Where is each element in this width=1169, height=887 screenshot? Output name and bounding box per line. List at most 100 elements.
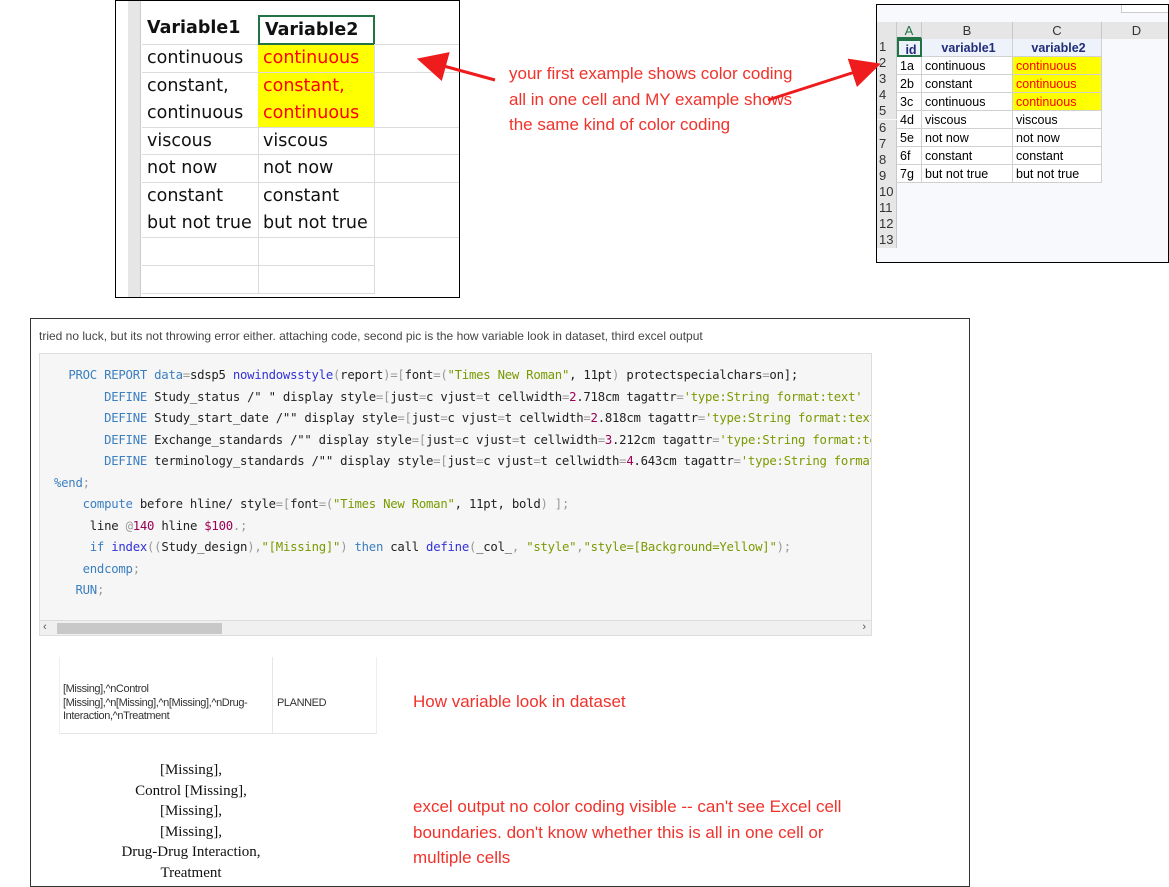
- scroll-left-icon[interactable]: ‹: [43, 621, 47, 633]
- code-token: Study_status /" " display style: [147, 389, 376, 404]
- code-token: 2: [590, 411, 598, 425]
- code-token: 'type:String format:text': [719, 432, 871, 447]
- arrow-to-example-2: [767, 58, 881, 102]
- code-token: ;: [96, 583, 105, 597]
- code-token: ) ];: [540, 497, 570, 511]
- code-token: .212cm tagattr: [612, 432, 713, 447]
- code-token: =[: [397, 411, 412, 425]
- code-token: t cellwidth: [504, 411, 584, 425]
- forum-post-panel: tried no luck, but its not throwing erro…: [30, 318, 970, 887]
- code-token: "[Missing]": [261, 540, 341, 554]
- dataset-view: [Missing],^nControl [Missing],^n[Missing…: [59, 657, 377, 734]
- code-token: protectspecialchars: [619, 368, 763, 382]
- excel-output-line: [Missing],: [159, 762, 223, 778]
- code-token: .818cm tagattr: [597, 411, 698, 425]
- code-token: .643cm tagattr: [633, 454, 734, 468]
- code-token: if: [89, 540, 105, 554]
- code-token: DEFINE: [104, 432, 147, 447]
- code-token: c vjust: [461, 432, 512, 447]
- code-token: =: [418, 389, 427, 404]
- code-token: hline: [154, 518, 205, 533]
- scrollbar-thumb[interactable]: [57, 623, 222, 634]
- code-token: =: [733, 454, 741, 468]
- code-token: call: [383, 540, 427, 554]
- code-token: 'type:String format:text': [705, 411, 872, 425]
- excel-output-line: Control [Missing],: [135, 782, 247, 799]
- code-token: 3: [604, 432, 613, 447]
- scroll-right-icon[interactable]: ›: [862, 621, 866, 633]
- code-token: =: [454, 432, 462, 447]
- code-token: just: [411, 411, 441, 425]
- horizontal-scrollbar[interactable]: ‹ ›: [40, 620, 871, 635]
- code-token: .718cm tagattr: [576, 389, 677, 404]
- code-token: t cellwidth: [540, 454, 620, 468]
- code-token: ;: [132, 561, 140, 576]
- code-token: "Times New Roman": [333, 497, 455, 511]
- code-token: %end: [54, 475, 83, 490]
- code-token: $100: [204, 518, 233, 533]
- code-line: DEFINE Exchange_standards /"" display st…: [54, 432, 871, 447]
- code-token: =: [597, 432, 605, 447]
- code-line: RUN;: [54, 583, 104, 597]
- code-token: c vjust: [426, 389, 477, 404]
- code-token: 'type:String format:text': [740, 454, 871, 468]
- code-token: index: [111, 540, 148, 554]
- code-token: ,: [511, 540, 527, 554]
- code-token: )=[: [383, 368, 405, 382]
- code-token: =(: [433, 368, 448, 382]
- code-token: , 11pt, bold: [454, 497, 541, 511]
- dataset-cell-study-design: [Missing],^nControl [Missing],^n[Missing…: [63, 683, 248, 722]
- code-token: just: [390, 389, 419, 404]
- code-token: on];: [769, 368, 799, 382]
- code-token: DEFINE: [104, 389, 147, 404]
- code-token: 'type:String format:text': [683, 389, 863, 404]
- code-token: DEFINE: [104, 454, 147, 468]
- code-token: =: [676, 389, 684, 404]
- code-token: 140: [132, 518, 155, 533]
- arrow-to-example-1: [416, 52, 496, 82]
- code-token: =: [583, 411, 591, 425]
- code-line: if index((Study_design),"[Missing]") the…: [54, 540, 791, 554]
- code-line: DEFINE Study_status /" " display style=[…: [54, 389, 863, 404]
- code-token: =[: [433, 454, 448, 468]
- code-block: PROC REPORT data=sdsp5 nowindowsstyle(re…: [39, 353, 872, 636]
- code-token: terminology_standards /"" display style: [147, 454, 434, 468]
- code-token: t cellwidth: [519, 432, 598, 447]
- code-token: then: [354, 540, 384, 554]
- code-token: data: [154, 368, 183, 382]
- code-token: nowindowsstyle: [232, 368, 334, 382]
- code-token: report: [340, 368, 384, 382]
- code-token: c vjust: [483, 454, 534, 468]
- code-token: RUN: [75, 583, 97, 597]
- excel-output-line: [Missing],: [159, 803, 223, 820]
- code-token: =: [697, 411, 706, 425]
- code-token: =: [497, 411, 505, 425]
- code-token: ((: [147, 540, 162, 554]
- code-token: =(: [318, 497, 334, 511]
- code-token: before hline/ style: [132, 497, 276, 511]
- code-token: t cellwidth: [483, 389, 562, 404]
- code-token: ): [340, 540, 355, 554]
- code-token: "style=[Background=Yellow]": [583, 540, 777, 554]
- post-intro-text: tried no luck, but its not throwing erro…: [39, 329, 703, 343]
- dataset-cell-status: PLANNED: [277, 697, 327, 709]
- code-token: "Times New Roman": [447, 368, 570, 382]
- code-token: font: [290, 497, 319, 511]
- code-token: .;: [232, 518, 248, 533]
- code-token: @: [125, 518, 133, 533]
- code-token: DEFINE: [104, 411, 147, 425]
- code-token: ;: [82, 475, 90, 490]
- excel-output-line: [Missing],: [159, 823, 223, 840]
- excel-output-line: Treatment: [160, 865, 222, 881]
- code-line: %end;: [54, 476, 90, 490]
- code-token: sdsp5: [189, 368, 233, 382]
- code-line: DEFINE Study_start_date /"" display styl…: [54, 411, 872, 425]
